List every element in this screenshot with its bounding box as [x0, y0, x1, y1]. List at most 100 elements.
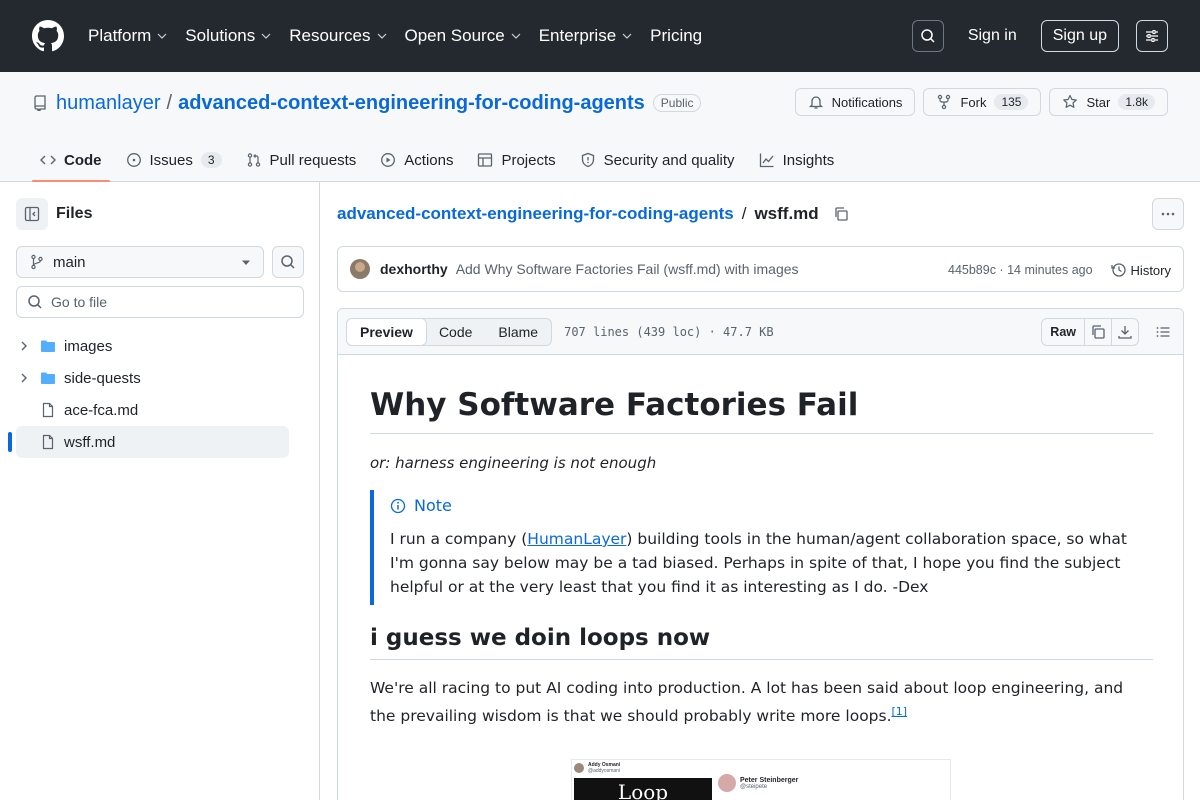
tree-item-wsff[interactable]: wsff.md: [8, 426, 289, 458]
view-mode-segmented-control: Preview Code Blame: [346, 317, 553, 346]
tab-pull-requests[interactable]: Pull requests: [238, 138, 365, 182]
search-files-button[interactable]: [272, 246, 304, 278]
notifications-button[interactable]: Notifications: [794, 88, 916, 116]
star-icon: [1063, 94, 1078, 108]
breadcrumb-filename: wsff.md: [754, 204, 819, 223]
breadcrumb-repo-link[interactable]: advanced-context-engineering-for-coding-…: [337, 204, 734, 224]
pull-request-icon: [247, 153, 260, 167]
code-view-tab[interactable]: Code: [426, 319, 485, 345]
table-icon: [478, 153, 493, 167]
tab-code[interactable]: Code: [32, 138, 110, 182]
tree-item-side-quests[interactable]: side-quests: [16, 362, 289, 394]
star-label: Star: [1086, 94, 1111, 110]
tab-actions[interactable]: Actions: [372, 138, 461, 182]
sign-up-button[interactable]: Sign up: [1040, 20, 1119, 52]
sidebar-collapse-icon: [24, 206, 40, 222]
raw-button[interactable]: Raw: [1042, 319, 1084, 345]
search-icon: [921, 29, 935, 43]
nav-open-source-label: Open Source: [404, 26, 505, 45]
markdown-subtitle: or: harness engineering is not enough: [370, 454, 657, 472]
repo-separator: /: [166, 91, 173, 114]
star-button[interactable]: Star 1.8k: [1049, 88, 1168, 116]
chevron-down-icon: [622, 33, 632, 39]
chevron-right-icon[interactable]: [16, 338, 32, 354]
search-button[interactable]: [911, 20, 944, 52]
tree-item-label: side-quests: [64, 369, 141, 387]
fork-count: 135: [994, 94, 1029, 110]
history-icon: [1110, 263, 1126, 277]
commit-author-link[interactable]: dexhorthy: [380, 261, 448, 277]
repo-name-link[interactable]: advanced-context-engineering-for-coding-…: [178, 92, 645, 115]
issue-icon: [126, 153, 141, 167]
nav-resources[interactable]: Resources: [289, 26, 386, 46]
tab-issues[interactable]: Issues 3: [118, 138, 230, 182]
branch-icon: [31, 254, 43, 270]
issues-count: 3: [200, 152, 222, 168]
commit-message-link[interactable]: Add Why Software Factories Fail (wsff.md…: [456, 261, 799, 277]
latest-commit-bar: dexhorthy Add Why Software Factories Fai…: [337, 246, 1184, 292]
site-menu-button[interactable]: [1136, 20, 1168, 52]
caret-down-icon: [242, 260, 250, 265]
go-to-file-input[interactable]: Go to file: [16, 286, 304, 318]
tree-item-ace-fca[interactable]: ace-fca.md: [16, 394, 289, 426]
paragraph-text: We're all racing to put AI coding into p…: [370, 679, 1124, 726]
branch-name: main: [53, 253, 86, 271]
markdown-h1: Why Software Factories Fail: [370, 385, 1153, 434]
outline-button[interactable]: [1155, 324, 1171, 340]
sign-in-link[interactable]: Sign in: [968, 27, 1017, 45]
files-header: Files: [16, 198, 92, 230]
top-nav: Platform Solutions Resources Open Source…: [88, 0, 720, 72]
copy-raw-button[interactable]: [1084, 319, 1111, 345]
nav-enterprise[interactable]: Enterprise: [539, 26, 632, 46]
nav-open-source[interactable]: Open Source: [405, 26, 521, 46]
global-header: Platform Solutions Resources Open Source…: [0, 0, 1200, 72]
repo-actions: Notifications Fork 135 Star 1.8k: [787, 88, 1168, 116]
search-icon: [28, 295, 42, 309]
copy-icon[interactable]: [833, 206, 849, 222]
history-button[interactable]: History: [1110, 262, 1171, 278]
note-body: I run a company (HumanLayer) building to…: [390, 527, 1153, 599]
commit-sha-time[interactable]: 445b89c · 14 minutes ago: [948, 263, 1093, 277]
header-actions: Sign in Sign up: [911, 20, 1168, 52]
repo-owner-link[interactable]: humanlayer: [56, 92, 161, 115]
github-logo-icon[interactable]: [32, 20, 64, 52]
file-toolbar: Preview Code Blame 707 lines (439 loc) ·…: [338, 309, 1183, 355]
markdown-paragraph: We're all racing to put AI coding into p…: [370, 676, 1153, 728]
tab-insights-label: Insights: [782, 151, 835, 169]
tab-actions-label: Actions: [404, 151, 454, 169]
note-text-pre: I run a company (: [390, 530, 528, 548]
bell-icon: [808, 96, 823, 109]
avatar: [718, 774, 736, 792]
files-title: Files: [56, 205, 93, 222]
tab-security[interactable]: Security and quality: [572, 138, 743, 182]
avatar[interactable]: [350, 259, 370, 279]
footnote-link[interactable]: [1]: [892, 705, 908, 718]
nav-solutions[interactable]: Solutions: [185, 26, 271, 46]
repo-tabs: Code Issues 3 Pull requests Actions Proj…: [32, 138, 850, 182]
tweet-left: Addy Osmani @addyosmani Loop: [572, 760, 714, 800]
tab-insights[interactable]: Insights: [751, 138, 843, 182]
note-callout: Note I run a company (HumanLayer) buildi…: [370, 490, 1153, 605]
tweet-right-handle: @steipete: [740, 783, 768, 790]
collapse-sidebar-button[interactable]: [16, 198, 48, 230]
markdown-h2: i guess we doin loops now: [370, 625, 1153, 660]
tree-item-images[interactable]: images: [16, 330, 289, 362]
file-tree: images side-quests ace-fca.md wsff.md: [8, 330, 289, 458]
markdown-body: Why Software Factories Fail or: harness …: [370, 385, 1153, 728]
blame-tab[interactable]: Blame: [485, 319, 551, 345]
nav-pricing[interactable]: Pricing: [650, 26, 702, 46]
preview-tab[interactable]: Preview: [346, 317, 427, 346]
loop-graphic: Loop: [574, 778, 712, 800]
humanlayer-link[interactable]: HumanLayer: [527, 530, 626, 548]
fork-button[interactable]: Fork 135: [923, 88, 1042, 116]
branch-selector[interactable]: main: [16, 246, 264, 278]
chevron-right-icon[interactable]: [16, 370, 32, 386]
repo-title: humanlayer / advanced-context-engineerin…: [32, 90, 702, 116]
history-label: History: [1130, 262, 1171, 278]
more-options-button[interactable]: [1152, 198, 1184, 230]
file-content-box: Preview Code Blame 707 lines (439 loc) ·…: [337, 308, 1184, 800]
file-size-info: 707 lines (439 loc) · 47.7 KB: [564, 324, 774, 339]
download-button[interactable]: [1111, 319, 1138, 345]
nav-platform[interactable]: Platform: [88, 26, 167, 46]
tab-projects[interactable]: Projects: [469, 138, 563, 182]
